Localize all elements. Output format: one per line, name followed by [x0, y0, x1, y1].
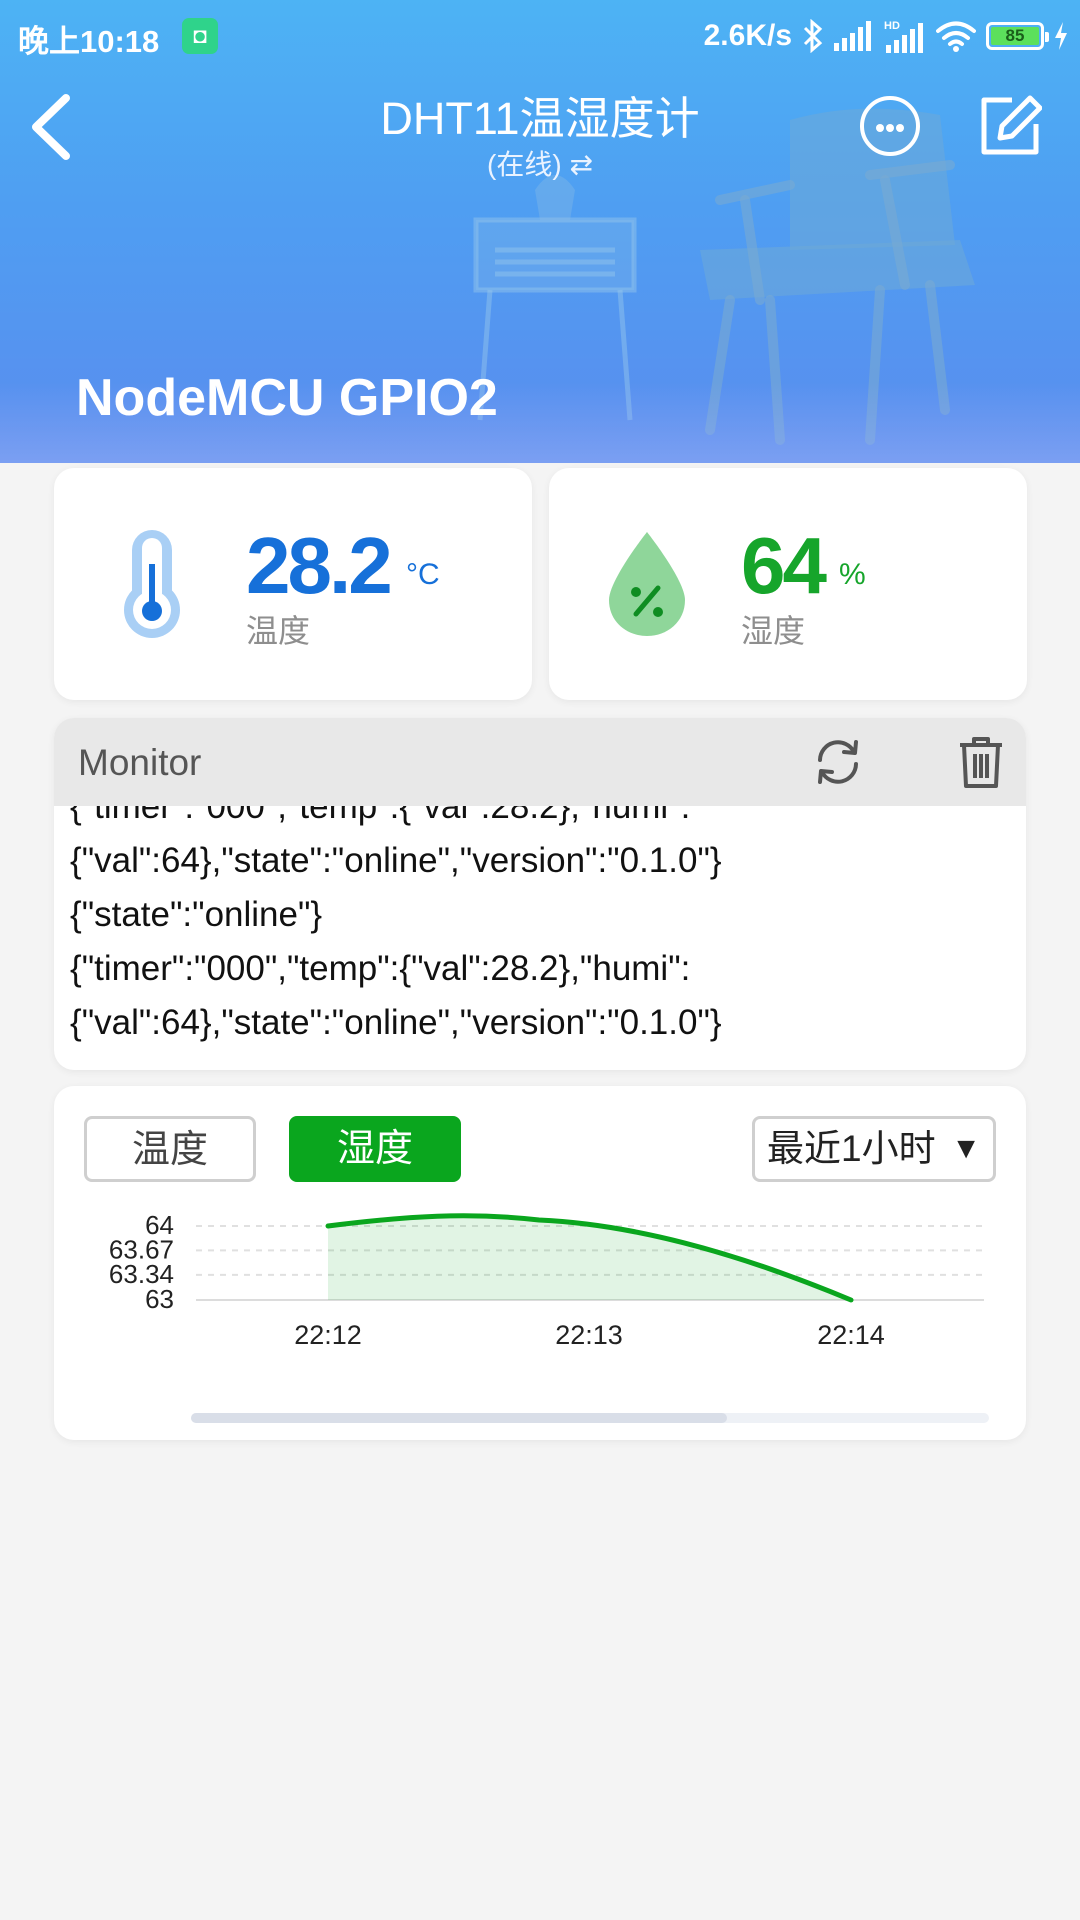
- tab-temperature[interactable]: 温度: [84, 1116, 256, 1182]
- log-line: {"val":64},"state":"online","version":"0…: [70, 1003, 722, 1042]
- battery-icon: 85: [986, 22, 1049, 50]
- thermometer-icon: [124, 530, 180, 638]
- monitor-panel: Monitor {"timer":"000","temp":{"val":28.…: [54, 718, 1026, 1070]
- more-options-button[interactable]: [860, 96, 920, 156]
- temperature-unit: °C: [406, 558, 440, 591]
- network-speed: 2.6K/s: [703, 19, 792, 52]
- humidity-drop-icon: [609, 532, 685, 636]
- humidity-card: 64 % 湿度: [549, 468, 1027, 700]
- series-area: [328, 1215, 851, 1300]
- humidity-label: 湿度: [741, 613, 806, 649]
- log-line: {"state":"online"}: [70, 895, 323, 934]
- signal-hd-icon: HD: [884, 20, 923, 53]
- edit-button[interactable]: [978, 94, 1042, 158]
- monitor-log[interactable]: {"timer":"000","temp":{"val":28.2},"humi…: [54, 806, 1026, 1070]
- log-line: {"val":64},"state":"online","version":"0…: [70, 841, 722, 880]
- clear-log-button[interactable]: [958, 736, 1004, 788]
- humidity-chart: 6463.6763.346322:12 22:13 22:14: [109, 1210, 984, 1350]
- log-line: {"timer":"000","temp":{"val":28.2},"humi…: [70, 949, 691, 988]
- mi-home-icon: ◘: [182, 18, 218, 54]
- monitor-header: Monitor: [54, 718, 1026, 806]
- history-chart-card: 温度 湿度 最近1小时 ▼ 64 63.67 63.34 63 22:12 22:13 22…: [54, 1086, 1026, 1440]
- battery-level: 85: [991, 27, 1039, 45]
- tab-humidity[interactable]: 湿度: [289, 1116, 461, 1182]
- humidity-value: 64: [741, 521, 827, 610]
- more-dot-icon: [876, 124, 884, 132]
- header-banner: 晚上10:18 ◘ 2.6K/s HD 85 DHT11温湿度计 (在线) ⇄ …: [0, 0, 1080, 463]
- chart-scrollbar-thumb[interactable]: [191, 1413, 727, 1423]
- more-dot-icon: [886, 124, 894, 132]
- signal-icon: [834, 21, 871, 51]
- humidity-unit: %: [839, 558, 866, 591]
- time-range-select[interactable]: 最近1小时 ▼: [752, 1116, 996, 1182]
- wifi-icon: [936, 21, 976, 52]
- x-tick-label: 22:14: [817, 1320, 885, 1350]
- x-tick-label: 22:13: [555, 1320, 623, 1350]
- svg-text:HD: HD: [884, 20, 900, 32]
- more-dot-icon: [896, 124, 904, 132]
- monitor-title: Monitor: [78, 742, 202, 783]
- status-time: 晚上10:18: [18, 24, 160, 59]
- status-bar: 晚上10:18 ◘ 2.6K/s HD 85: [0, 0, 1080, 72]
- dropdown-arrow-icon: ▼: [951, 1132, 981, 1165]
- time-range-value: 最近1小时: [767, 1128, 936, 1169]
- log-lines: {"timer":"000","temp":{"val":28.2},"humi…: [70, 806, 1010, 1050]
- device-name: NodeMCU GPIO2: [76, 369, 498, 427]
- refresh-button[interactable]: [812, 736, 864, 788]
- status-indicators: 2.6K/s HD 85: [704, 16, 1068, 56]
- y-tick-label: 63: [145, 1284, 174, 1314]
- bluetooth-icon: [803, 19, 823, 53]
- x-tick-label: 22:12: [294, 1320, 362, 1350]
- online-status: (在线) ⇄: [487, 149, 593, 180]
- temperature-card: 28.2 °C 温度: [54, 468, 532, 700]
- chart-scrollbar[interactable]: [191, 1413, 989, 1423]
- temperature-value: 28.2: [246, 521, 393, 610]
- temperature-label: 温度: [246, 613, 311, 649]
- log-line: {"timer":"000","temp":{"val":28.2},"humi…: [70, 806, 691, 826]
- charging-icon: [1055, 22, 1067, 50]
